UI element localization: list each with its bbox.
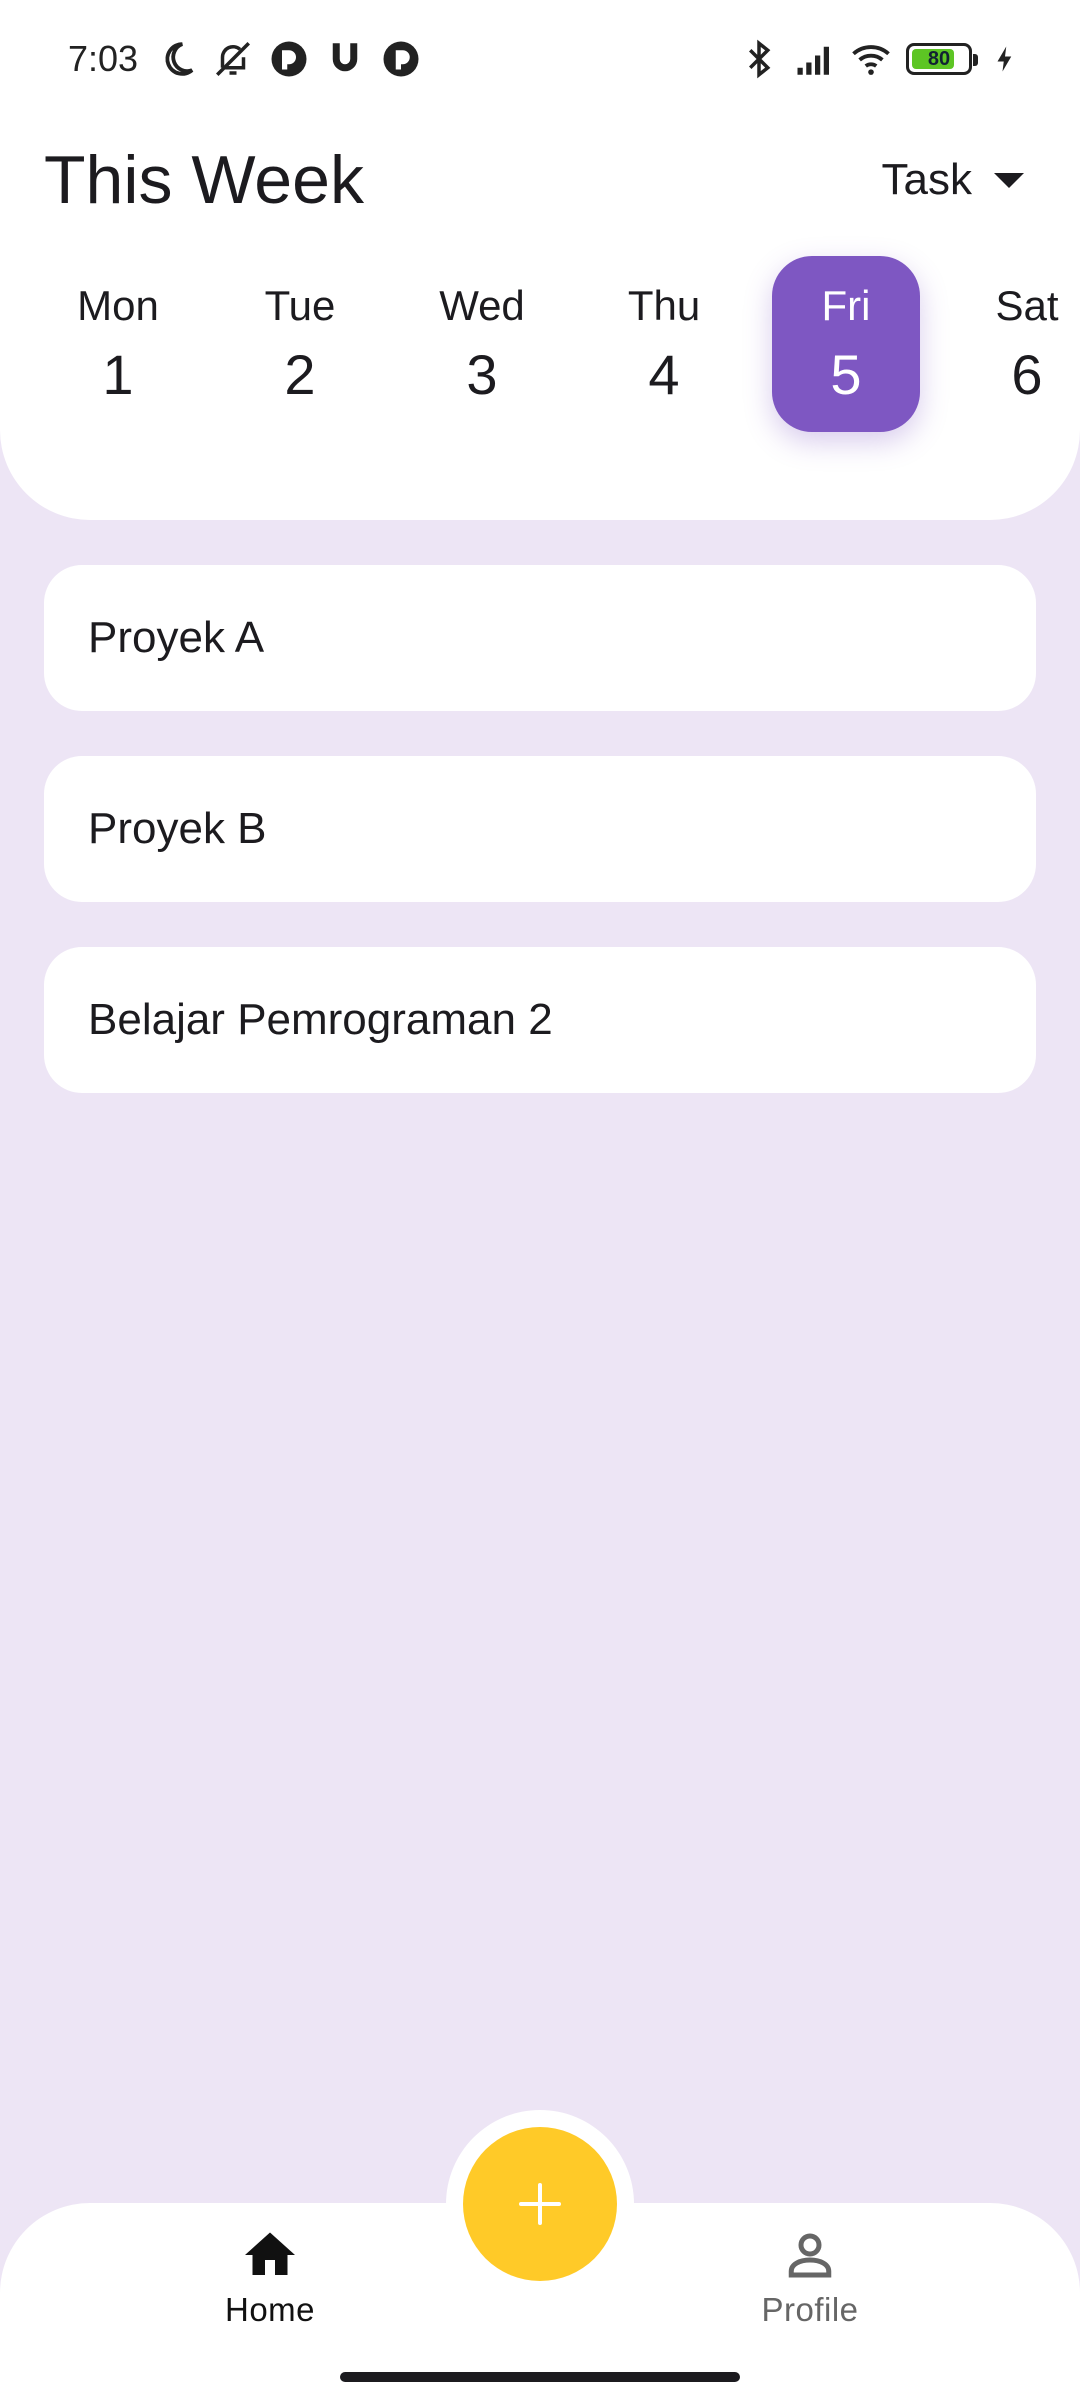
notifications-off-icon [216, 42, 251, 76]
person-icon [788, 2233, 832, 2278]
page-title: This Week [44, 142, 364, 218]
signal-icon [797, 46, 829, 75]
bluetooth-icon [749, 39, 771, 79]
nav-profile[interactable]: Profile [710, 2225, 910, 2335]
day-wed[interactable]: Wed 3 [408, 256, 556, 432]
day-number: 6 [1011, 342, 1043, 406]
day-thu[interactable]: Thu 4 [590, 256, 738, 432]
day-name: Mon [77, 281, 159, 329]
day-mon[interactable]: Mon 1 [44, 256, 192, 432]
screen: 7:03 80 This Week Task Mon 1 Tue 2 Wed 3… [0, 0, 1080, 2400]
task-title: Belajar Pemrograman 2 [88, 995, 553, 1044]
nav-home[interactable]: Home [170, 2225, 370, 2335]
nav-home-label: Home [224, 2291, 316, 2328]
day-number: 2 [284, 342, 316, 406]
task-card[interactable]: Proyek B [44, 756, 1036, 902]
moon-icon [165, 42, 194, 76]
task-list: Proyek A Proyek B Belajar Pemrograman 2 [44, 565, 1036, 1138]
battery-level: 80 [927, 47, 951, 70]
week-day-selector: Mon 1 Tue 2 Wed 3 Thu 4 Fri 5 Sat 6 [0, 256, 1080, 436]
day-name: Sat [995, 281, 1059, 329]
gesture-bar [340, 2372, 740, 2382]
day-sat[interactable]: Sat 6 [952, 256, 1080, 432]
task-card[interactable]: Belajar Pemrograman 2 [44, 947, 1036, 1093]
status-bar-right: 80 [738, 38, 1020, 80]
day-name: Fri [821, 281, 871, 329]
day-name: Wed [439, 281, 525, 329]
charging-icon [997, 46, 1012, 72]
wifi-icon [852, 45, 890, 75]
status-bar-left: 7:03 [68, 38, 422, 80]
task-card[interactable]: Proyek A [44, 565, 1036, 711]
day-fri[interactable]: Fri 5 [772, 256, 920, 432]
status-time: 7:03 [68, 38, 139, 79]
day-number: 4 [648, 342, 680, 406]
magnet-icon [332, 43, 358, 72]
battery-icon: 80 [906, 43, 978, 75]
app-icon [383, 41, 419, 77]
status-bar: 7:03 80 [0, 0, 1080, 118]
header-bar: This Week Task [0, 140, 1080, 220]
task-filter-label: Task [881, 155, 972, 204]
task-title: Proyek A [88, 613, 265, 662]
day-number: 1 [102, 342, 134, 406]
day-tue[interactable]: Tue 2 [226, 256, 374, 432]
day-name: Thu [627, 281, 701, 329]
task-filter-dropdown[interactable]: Task [882, 155, 1024, 205]
app-icon [271, 41, 307, 77]
day-number: 5 [830, 342, 862, 406]
chevron-down-icon [994, 172, 1024, 188]
add-task-button[interactable] [463, 2127, 617, 2281]
plus-icon [519, 2183, 561, 2225]
day-number: 3 [466, 342, 498, 406]
task-title: Proyek B [88, 804, 267, 853]
home-icon [245, 2232, 295, 2275]
nav-profile-label: Profile [761, 2291, 859, 2328]
day-name: Tue [264, 281, 336, 329]
